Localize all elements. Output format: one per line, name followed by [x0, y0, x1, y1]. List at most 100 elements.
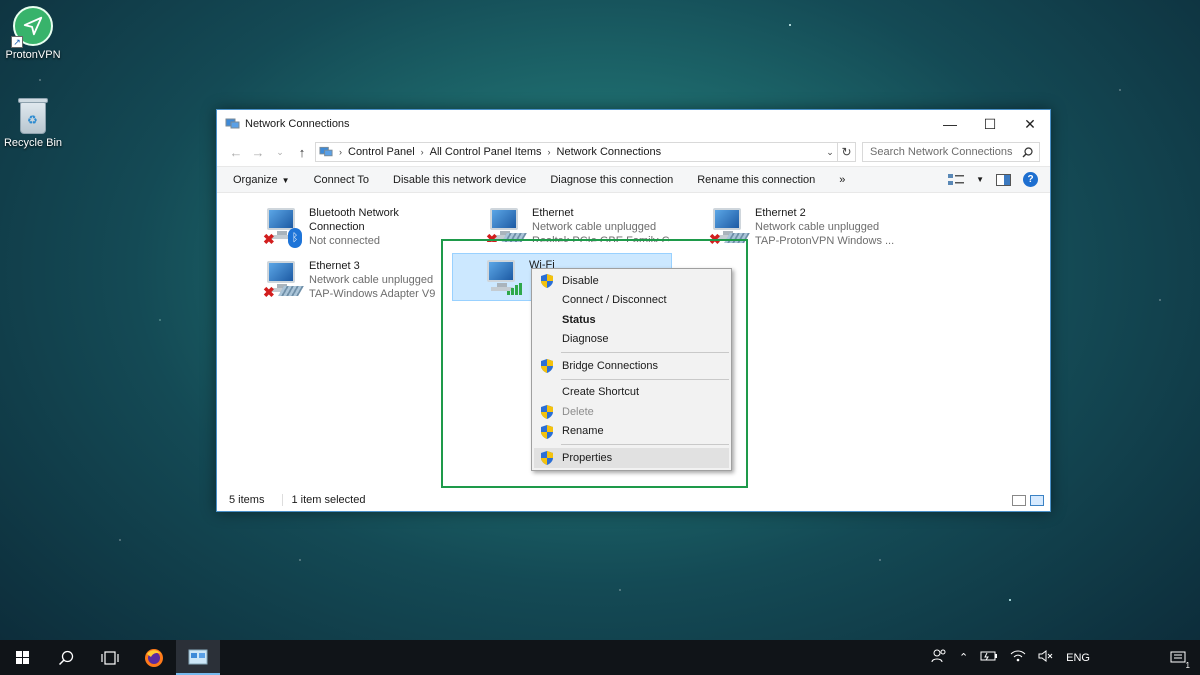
connection-name: Ethernet 3 [309, 260, 360, 272]
show-hidden-icons-chevron-icon[interactable]: ⌃ [953, 651, 974, 664]
refresh-icon[interactable]: ↻ [837, 142, 855, 162]
up-arrow-icon[interactable]: ↑ [291, 145, 313, 160]
desktop-icon-label: ProtonVPN [5, 49, 61, 61]
connection-ethernet-2[interactable]: ✖ Ethernet 2 Network cable unplugged TAP… [703, 202, 923, 250]
desktop-icon-label: Recycle Bin [3, 137, 63, 149]
ethernet-icon: ✖ [707, 206, 751, 248]
details-view-icon[interactable] [1012, 494, 1026, 506]
ethernet-icon: ✖ [261, 259, 305, 301]
back-arrow-icon[interactable]: ← [225, 145, 247, 160]
view-options-caret-icon[interactable]: ▼ [976, 175, 984, 184]
item-count: 5 items [229, 494, 265, 506]
menu-item-status[interactable]: Status [532, 310, 731, 330]
status-bar: 5 items 1 item selected [217, 489, 1050, 511]
people-icon[interactable] [925, 649, 953, 666]
chevron-right-icon[interactable]: › [421, 147, 424, 157]
menu-item-diagnose[interactable]: Diagnose [532, 330, 731, 350]
breadcrumb-all-control-panel-items[interactable]: All Control Panel Items [430, 146, 542, 158]
connection-status: Network cable unplugged [532, 221, 657, 233]
start-button[interactable] [0, 640, 44, 675]
address-row: ← → ⌄ ↑ › Control Panel › All Control Pa… [217, 138, 1050, 166]
menu-item-rename[interactable]: Rename [532, 422, 731, 442]
connection-status: Network cable unplugged [309, 274, 434, 286]
change-view-icon[interactable] [948, 173, 965, 186]
desktop-icon-protonvpn[interactable]: ↗ ProtonVPN [0, 6, 66, 61]
protonvpn-icon: ↗ [11, 6, 53, 48]
uac-shield-icon [541, 451, 553, 465]
breadcrumb-network-connections[interactable]: Network Connections [557, 146, 662, 158]
menu-item-disable[interactable]: Disable [532, 271, 731, 291]
rename-connection-button[interactable]: Rename this connection [685, 174, 827, 186]
firefox-icon [145, 648, 163, 667]
connection-adapter: TAP-Windows Adapter V9 [309, 288, 436, 300]
tiles-view-icon[interactable] [1030, 494, 1044, 506]
connection-ethernet[interactable]: ✖ Ethernet Network cable unplugged Realt… [480, 202, 700, 242]
notification-count: 1 [1185, 661, 1190, 670]
firefox-button[interactable] [132, 640, 176, 675]
preview-pane-icon[interactable] [996, 173, 1011, 186]
diagnose-connection-button[interactable]: Diagnose this connection [538, 174, 685, 186]
system-tray: ⌃ ENG 1 [925, 640, 1200, 675]
connection-adapter: Realtek PCIe GBE Family C... [532, 235, 679, 242]
selection-count: 1 item selected [282, 494, 365, 506]
search-input[interactable]: Search Network Connections [862, 142, 1040, 162]
recent-locations-icon[interactable]: ⌄ [269, 147, 291, 158]
minimize-button[interactable]: — [930, 110, 970, 138]
context-menu: Disable Connect / Disconnect Status Diag… [531, 268, 732, 471]
organize-button[interactable]: Organize ▼ [221, 174, 302, 186]
task-view-button[interactable] [88, 640, 132, 675]
close-button[interactable]: ✕ [1010, 110, 1050, 138]
uac-shield-icon [541, 424, 553, 439]
task-view-icon [101, 650, 119, 665]
menu-item-bridge-connections[interactable]: Bridge Connections [532, 356, 731, 376]
connection-name-continued: Connection [309, 221, 365, 233]
menu-separator [561, 352, 729, 353]
input-language-indicator[interactable]: ENG [1060, 652, 1096, 664]
connection-adapter: TAP-ProtonVPN Windows ... [755, 235, 895, 247]
uac-shield-icon [541, 405, 553, 419]
bluetooth-network-icon: ✖ ᛒ [261, 206, 305, 248]
wifi-tray-icon[interactable] [1004, 649, 1032, 666]
signal-strength-icon [507, 283, 523, 295]
uac-shield-icon [541, 359, 553, 373]
connection-name: Bluetooth Network [309, 207, 399, 219]
disable-device-button[interactable]: Disable this network device [381, 174, 538, 186]
breadcrumb-control-panel[interactable]: Control Panel [348, 146, 415, 158]
network-connections-taskbar-button[interactable] [176, 640, 220, 675]
recycle-bin-icon: ♻ [18, 96, 48, 134]
search-placeholder: Search Network Connections [870, 146, 1013, 158]
connection-bluetooth[interactable]: ✖ ᛒ Bluetooth Network Connection Not conn… [257, 202, 477, 250]
connection-name: Ethernet 2 [755, 207, 806, 219]
control-panel-icon [319, 146, 333, 156]
address-bar[interactable]: › Control Panel › All Control Panel Item… [315, 142, 856, 162]
connection-name: Ethernet [532, 207, 574, 219]
desktop-icon-recycle-bin[interactable]: ♻ Recycle Bin [0, 96, 66, 149]
shortcut-arrow-icon: ↗ [11, 36, 23, 48]
chevron-right-icon[interactable]: › [548, 147, 551, 157]
action-center-button[interactable]: 1 [1156, 640, 1200, 675]
menu-item-connect-disconnect[interactable]: Connect / Disconnect [532, 291, 731, 311]
windows-logo-icon [15, 651, 29, 664]
taskbar: ⌃ ENG 1 [0, 640, 1200, 675]
search-icon [1022, 146, 1033, 157]
connection-ethernet-3[interactable]: ✖ Ethernet 3 Network cable unplugged TAP… [257, 255, 477, 303]
connection-status: Network cable unplugged [755, 221, 880, 233]
control-panel-taskbar-icon [188, 649, 208, 664]
forward-arrow-icon[interactable]: → [247, 145, 269, 160]
help-icon[interactable]: ? [1023, 172, 1038, 187]
volume-muted-icon[interactable] [1032, 650, 1060, 665]
window-title: Network Connections [245, 118, 350, 130]
battery-icon[interactable] [974, 651, 1004, 664]
maximize-button[interactable]: ☐ [970, 110, 1010, 138]
wifi-network-icon [481, 258, 525, 300]
menu-item-delete: Delete [532, 402, 731, 422]
more-commands-button[interactable]: » [827, 174, 857, 186]
caret-down-icon: ▼ [281, 175, 290, 185]
chevron-down-icon[interactable]: ⌄ [823, 147, 837, 158]
search-button[interactable] [44, 640, 88, 675]
menu-item-create-shortcut[interactable]: Create Shortcut [532, 383, 731, 403]
title-bar[interactable]: Network Connections — ☐ ✕ [217, 110, 1050, 138]
connect-to-button[interactable]: Connect To [302, 174, 381, 186]
menu-item-properties[interactable]: Properties [534, 448, 729, 468]
search-icon [58, 650, 74, 665]
